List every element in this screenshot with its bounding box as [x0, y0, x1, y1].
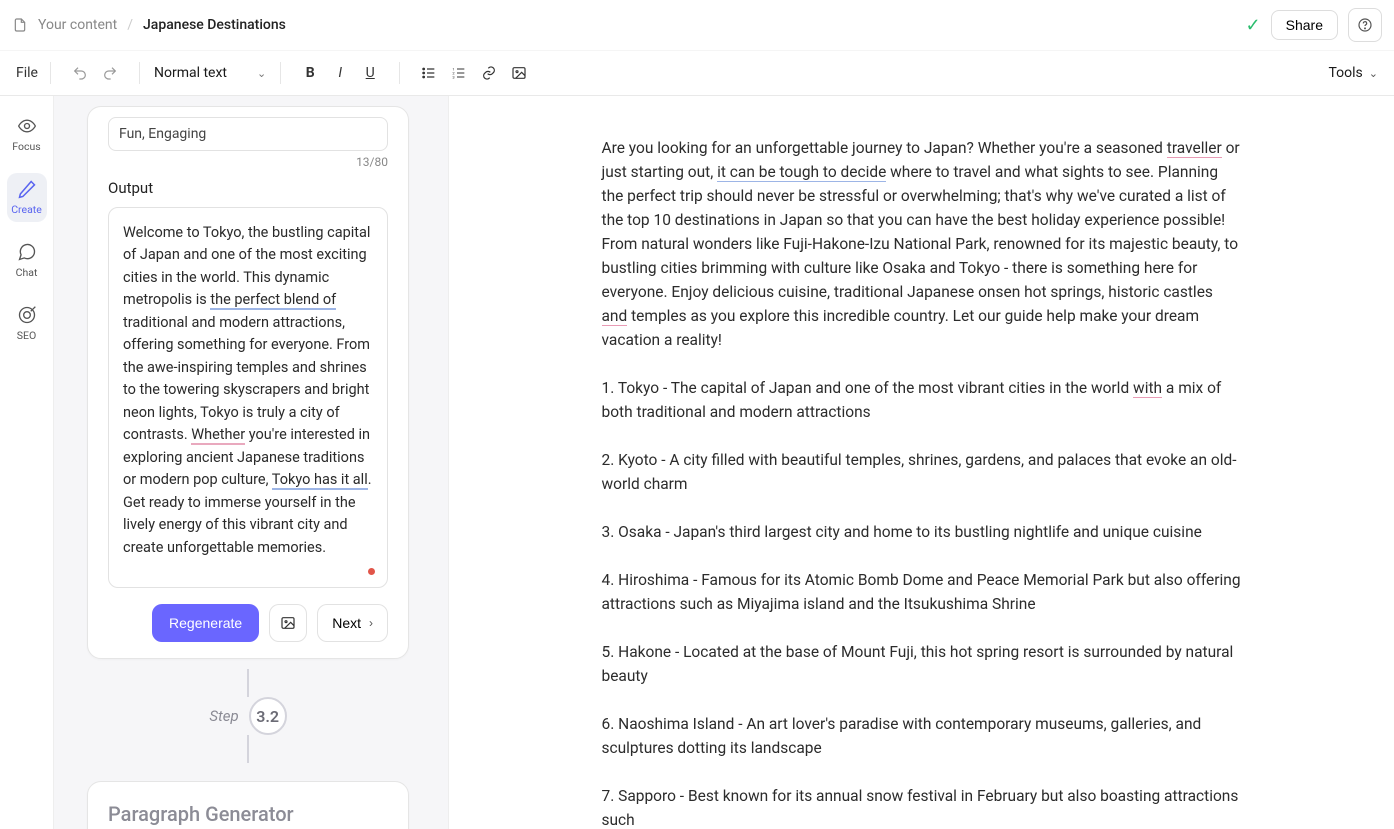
- rail-seo[interactable]: SEO: [7, 299, 47, 348]
- output-card: Fun, Engaging 13/80 Output Welcome to To…: [87, 106, 409, 659]
- breadcrumb-title[interactable]: Japanese Destinations: [143, 17, 286, 33]
- step-label: Step: [209, 707, 238, 725]
- tools-label: Tools: [1329, 65, 1363, 81]
- redo-button[interactable]: [97, 59, 123, 87]
- tone-input[interactable]: Fun, Engaging: [108, 117, 388, 151]
- undo-button[interactable]: [67, 59, 93, 87]
- pencil-icon: [17, 179, 37, 199]
- chevron-right-icon: ›: [369, 616, 373, 630]
- numbered-list-button[interactable]: 123: [446, 59, 472, 87]
- step-number: 3.2: [249, 697, 287, 735]
- target-icon: [17, 305, 37, 325]
- nav-rail: Focus Create Chat SEO: [0, 96, 54, 829]
- rail-chat-label: Chat: [16, 266, 38, 279]
- breadcrumb: Your content / Japanese Destinations: [12, 17, 286, 33]
- text-style-label: Normal text: [154, 65, 227, 81]
- undo-icon: [72, 65, 88, 81]
- recording-dot-icon: [368, 568, 375, 575]
- redo-icon: [102, 65, 118, 81]
- editor-toolbar: File Normal text ⌄ B I U: [0, 51, 1394, 96]
- image-output-button[interactable]: [269, 604, 307, 642]
- image-icon: [511, 65, 527, 81]
- file-menu[interactable]: File: [12, 59, 42, 87]
- rail-focus-label: Focus: [12, 140, 40, 153]
- image-button[interactable]: [506, 59, 532, 87]
- side-panel: Fun, Engaging 13/80 Output Welcome to To…: [54, 96, 448, 829]
- italic-button[interactable]: I: [327, 59, 353, 87]
- doc-list-item[interactable]: 7. Sapporo - Best known for its annual s…: [602, 784, 1242, 829]
- output-text: traditional and modern attractions, offe…: [123, 314, 370, 443]
- output-actions: Regenerate Next ›: [108, 604, 388, 642]
- output-text: Whether: [191, 426, 245, 445]
- eye-icon: [17, 116, 37, 136]
- char-counter: 13/80: [108, 155, 388, 169]
- doc-list-item[interactable]: 2. Kyoto - A city filled with beautiful …: [602, 448, 1242, 496]
- topbar: Your content / Japanese Destinations ✓ S…: [0, 0, 1394, 51]
- help-icon: [1357, 17, 1373, 33]
- tone-value: Fun, Engaging: [119, 126, 206, 142]
- doc-list-item[interactable]: 1. Tokyo - The capital of Japan and one …: [602, 376, 1242, 424]
- rail-seo-label: SEO: [17, 329, 36, 342]
- breadcrumb-sep: /: [127, 17, 133, 33]
- doc-list-item[interactable]: 4. Hiroshima - Famous for its Atomic Bom…: [602, 568, 1242, 616]
- underline-button[interactable]: U: [357, 59, 383, 87]
- side-panel-scroll[interactable]: Fun, Engaging 13/80 Output Welcome to To…: [54, 96, 448, 829]
- bold-button[interactable]: B: [297, 59, 323, 87]
- tools-menu[interactable]: Tools ⌄: [1329, 65, 1383, 81]
- document-editor[interactable]: Are you looking for an unforgettable jou…: [448, 96, 1394, 829]
- document-icon: [12, 17, 28, 33]
- regenerate-button[interactable]: Regenerate: [152, 604, 259, 642]
- rail-create[interactable]: Create: [7, 173, 47, 222]
- rail-focus[interactable]: Focus: [7, 110, 47, 159]
- next-label: Next: [332, 615, 361, 631]
- svg-text:3: 3: [453, 74, 455, 79]
- output-text: Tokyo has it all: [272, 471, 368, 490]
- bulleted-list-icon: [421, 65, 437, 81]
- numbered-list-icon: 123: [451, 65, 467, 81]
- link-icon: [481, 65, 497, 81]
- text-style-dropdown[interactable]: Normal text ⌄: [148, 65, 272, 81]
- sync-status-icon: ✓: [1246, 15, 1261, 36]
- generator-title: Paragraph Generator: [108, 802, 388, 826]
- chat-icon: [17, 242, 37, 262]
- chevron-down-icon: ⌄: [257, 67, 266, 80]
- bulleted-list-button[interactable]: [416, 59, 442, 87]
- output-textbox[interactable]: Welcome to Tokyo, the bustling capital o…: [108, 207, 388, 588]
- doc-list-item[interactable]: 5. Hakone - Located at the base of Mount…: [602, 640, 1242, 688]
- step-connector: Step 3.2: [66, 669, 430, 763]
- doc-paragraph[interactable]: Are you looking for an unforgettable jou…: [602, 136, 1242, 352]
- next-button[interactable]: Next ›: [317, 604, 388, 642]
- link-button[interactable]: [476, 59, 502, 87]
- output-text: the perfect blend of: [210, 291, 336, 310]
- doc-list-item[interactable]: 6. Naoshima Island - An art lover's para…: [602, 712, 1242, 760]
- share-button[interactable]: Share: [1271, 10, 1338, 40]
- topbar-actions: ✓ Share: [1246, 8, 1382, 42]
- chevron-down-icon: ⌄: [1369, 67, 1378, 80]
- help-button[interactable]: [1348, 8, 1382, 42]
- output-label: Output: [108, 179, 388, 197]
- generator-card: Paragraph Generator What is your paragra…: [87, 781, 409, 829]
- doc-list-item[interactable]: 3. Osaka - Japan's third largest city an…: [602, 520, 1242, 544]
- image-icon: [280, 615, 296, 631]
- rail-chat[interactable]: Chat: [7, 236, 47, 285]
- breadcrumb-root[interactable]: Your content: [38, 17, 117, 33]
- rail-create-label: Create: [11, 203, 42, 216]
